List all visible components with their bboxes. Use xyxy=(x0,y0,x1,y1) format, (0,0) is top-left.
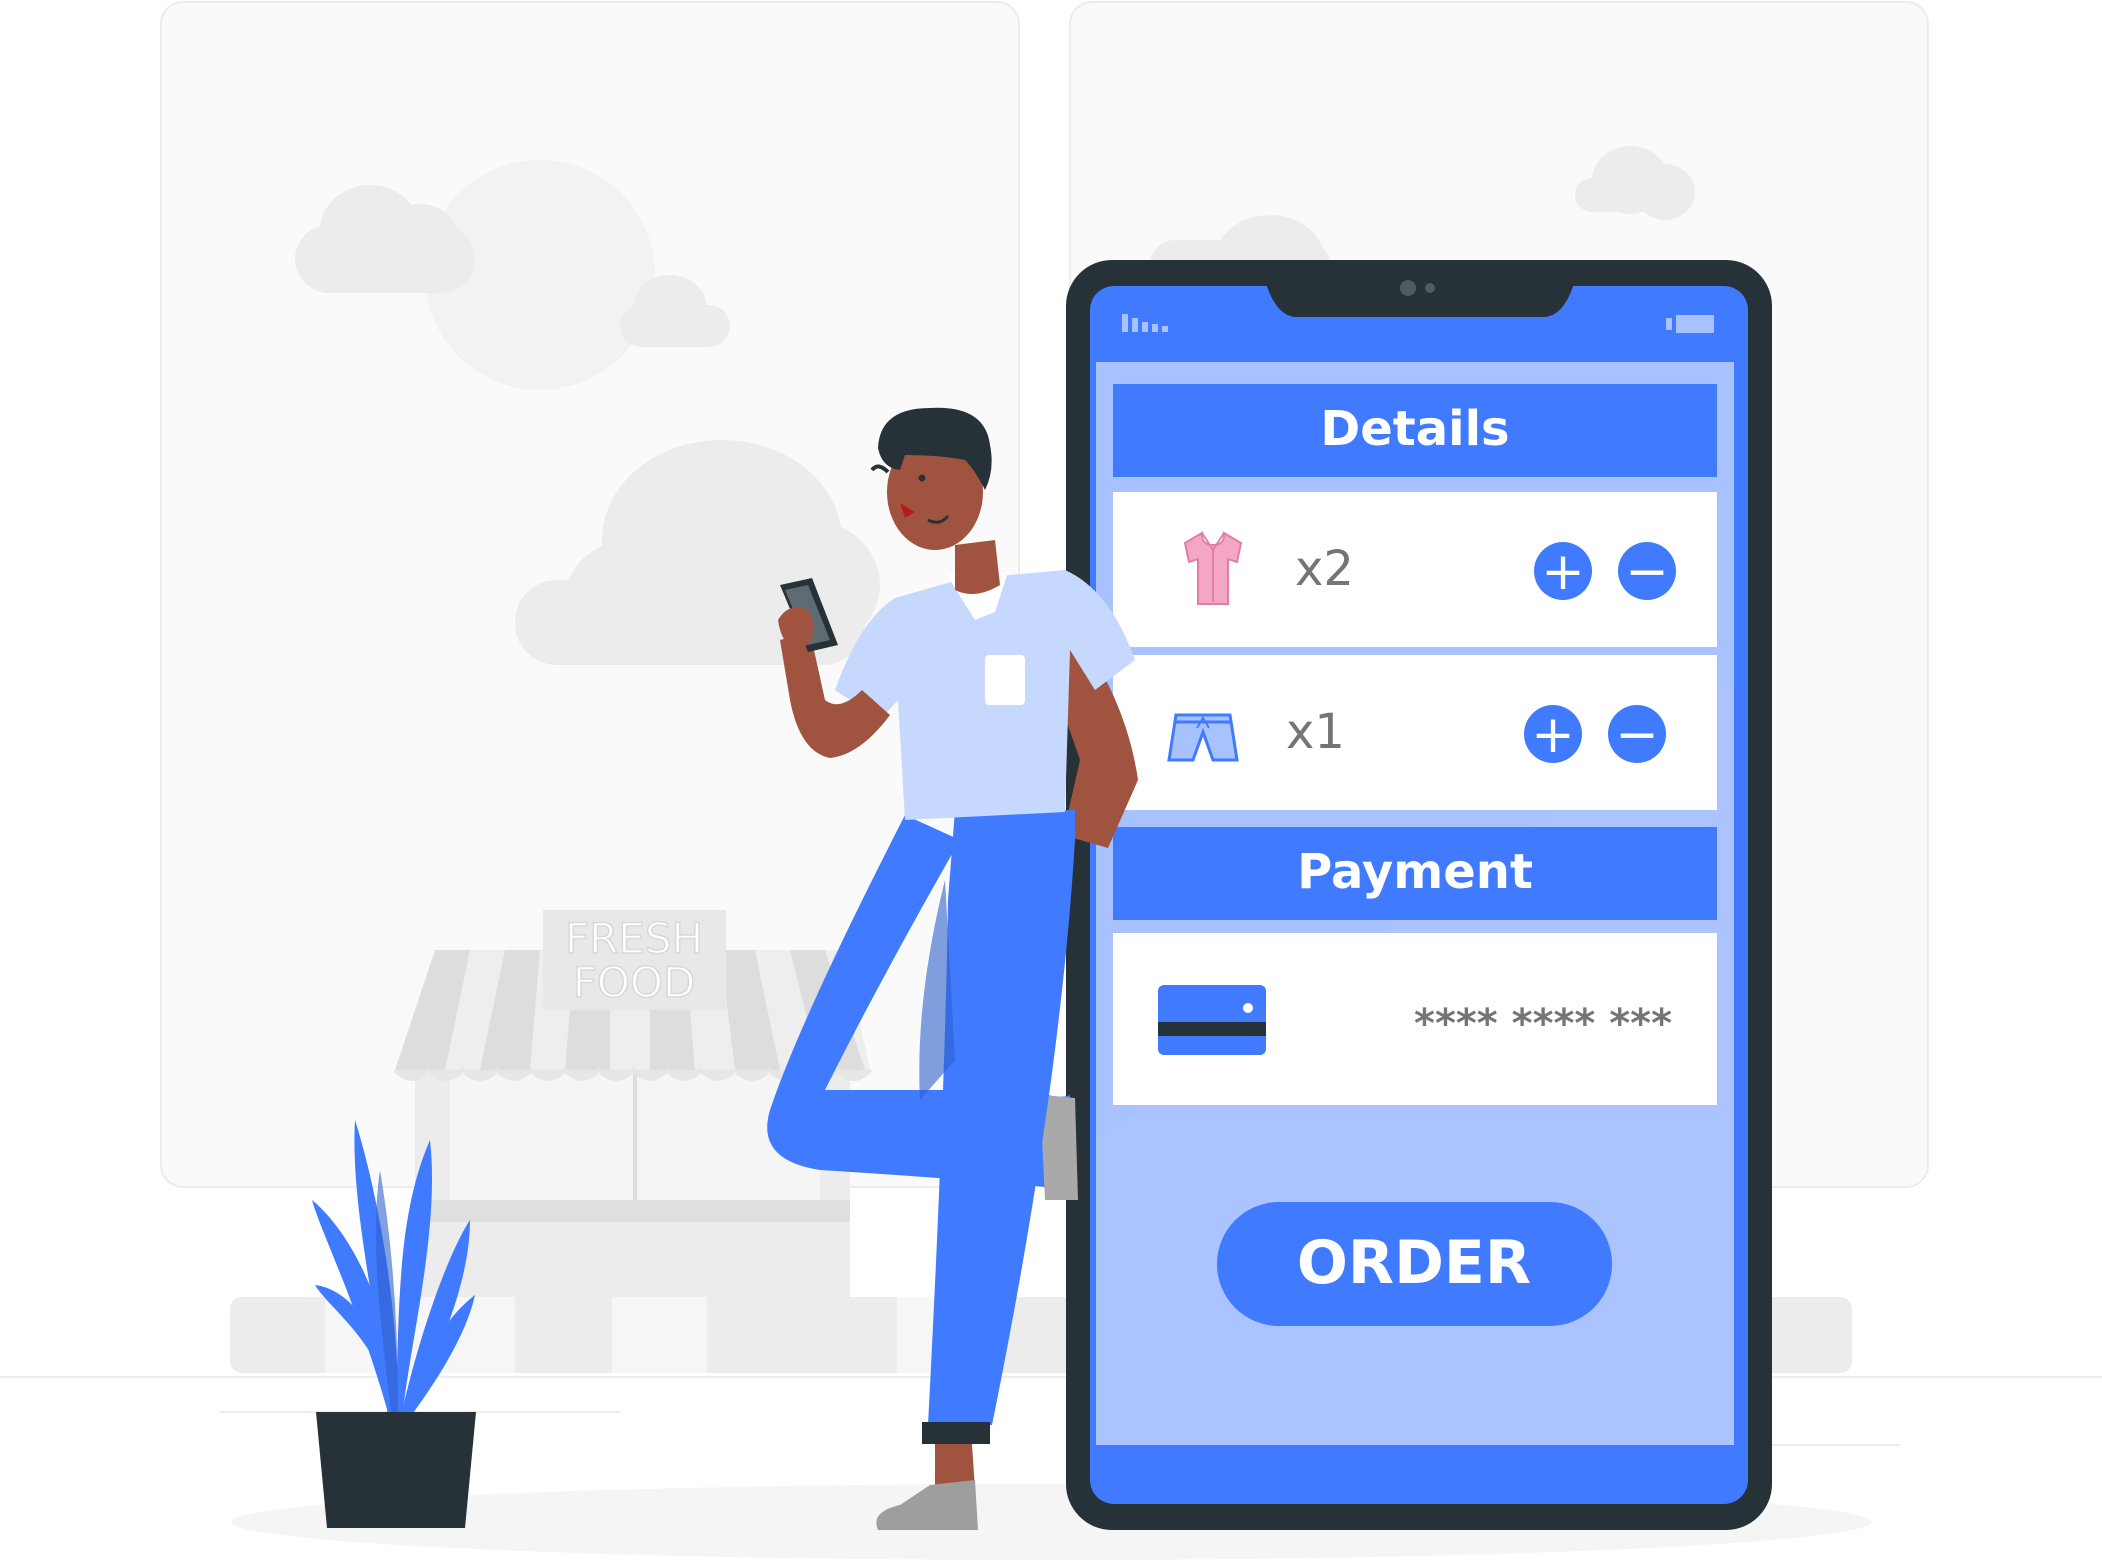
item-quantity: x2 xyxy=(1295,541,1354,597)
cart-item-shorts: x1 + − xyxy=(1113,655,1717,810)
decrease-quantity-button[interactable]: − xyxy=(1618,542,1676,602)
store-sign-line2: FOOD xyxy=(573,958,696,1007)
decrease-quantity-button[interactable]: − xyxy=(1608,705,1666,765)
plus-icon: + xyxy=(1531,705,1575,765)
camera-icon xyxy=(1400,280,1416,296)
card-number-masked: **** **** *** xyxy=(1414,1001,1672,1047)
order-button[interactable]: ORDER xyxy=(1217,1202,1612,1326)
order-button-label: ORDER xyxy=(1297,1228,1531,1298)
plant-pot xyxy=(316,1412,476,1528)
phone-notch xyxy=(1265,280,1575,317)
increase-quantity-button[interactable]: + xyxy=(1524,705,1582,765)
item-quantity: x1 xyxy=(1286,704,1345,760)
store-sign-line1: FRESH xyxy=(565,914,703,963)
smartphone: Details x2 + − x1 + − Payment **** **** … xyxy=(1066,260,1772,1530)
details-header-title: Details xyxy=(1320,401,1509,457)
cart-item-shirt: x2 + − xyxy=(1113,492,1717,647)
ecommerce-illustration: FRESH FOOD Details x2 + − x1 + − Payment… xyxy=(0,1,2102,1560)
plus-icon: + xyxy=(1541,542,1585,602)
payment-card-row[interactable]: **** **** *** xyxy=(1113,933,1717,1105)
increase-quantity-button[interactable]: + xyxy=(1534,542,1592,602)
minus-icon: − xyxy=(1615,705,1659,765)
payment-header-title: Payment xyxy=(1297,844,1533,900)
credit-card-icon xyxy=(1158,985,1266,1055)
minus-icon: − xyxy=(1625,542,1669,602)
